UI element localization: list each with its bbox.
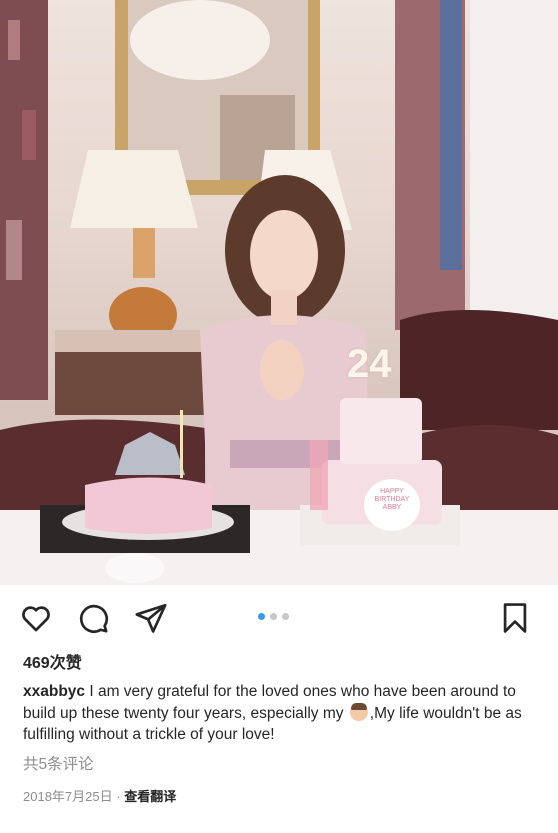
caption-username[interactable]: xxabbyc <box>23 683 85 700</box>
post-photo[interactable]: 24 HAPPY BIRTHDAY ABBY <box>0 0 558 585</box>
carousel-dot <box>282 613 289 620</box>
bookmark-icon <box>503 603 527 633</box>
man-face-emoji-icon <box>349 702 368 721</box>
cake-topper-text: 24 <box>347 342 392 386</box>
carousel-dot <box>270 613 277 620</box>
share-button[interactable] <box>134 601 168 635</box>
view-comments-link[interactable]: 共5条评论 <box>23 754 558 776</box>
cake-plaque-text: HAPPY BIRTHDAY ABBY <box>374 488 410 511</box>
save-button[interactable] <box>498 601 532 635</box>
share-icon <box>135 603 167 633</box>
post-date: 2018年7月25日 <box>23 788 113 804</box>
comment-button[interactable] <box>76 601 110 635</box>
like-button[interactable] <box>19 601 53 635</box>
meta-separator: · <box>112 788 125 804</box>
action-bar <box>0 585 558 647</box>
comment-icon <box>79 604 109 633</box>
carousel-indicator <box>258 613 289 620</box>
post-caption: xxabbyc I am very grateful for the loved… <box>23 681 534 746</box>
see-translation-link[interactable]: 查看翻译 <box>124 789 176 804</box>
carousel-dot-active <box>258 613 265 620</box>
photo-scene <box>0 0 558 585</box>
like-count[interactable]: 469次赞 <box>23 651 558 677</box>
post-meta: 2018年7月25日 · 查看翻译 <box>23 786 558 805</box>
heart-icon <box>22 606 50 632</box>
